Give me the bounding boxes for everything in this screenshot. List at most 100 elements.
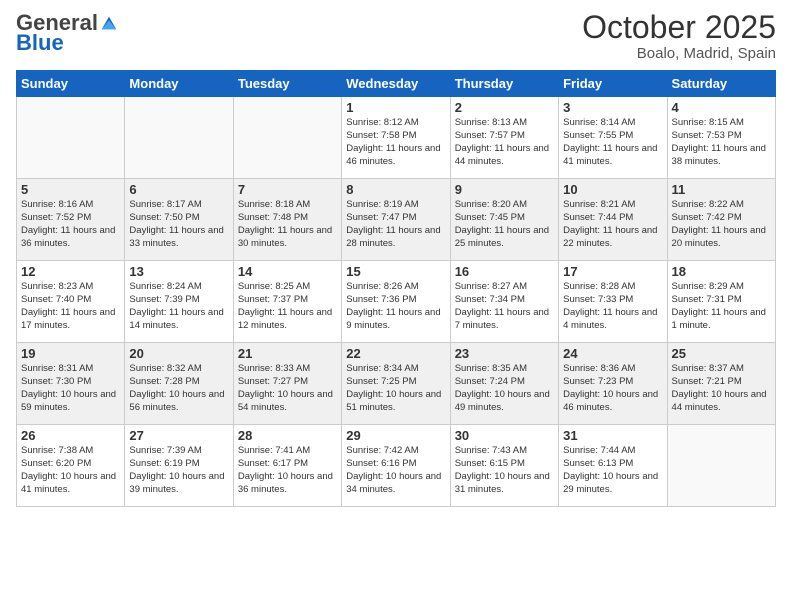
day-number: 15 [346, 264, 445, 279]
day-info: Sunrise: 8:36 AM Sunset: 7:23 PM Dayligh… [563, 363, 662, 414]
logo-icon [100, 14, 118, 32]
calendar-cell: 17 Sunrise: 8:28 AM Sunset: 7:33 PM Dayli… [559, 261, 667, 343]
title-area: October 2025 Boalo, Madrid, Spain [582, 10, 776, 62]
day-number: 27 [129, 428, 228, 443]
calendar-week-row: 12 Sunrise: 8:23 AM Sunset: 7:40 PM Dayli… [17, 261, 776, 343]
weekday-header-thursday: Thursday [450, 71, 558, 97]
day-info: Sunrise: 8:12 AM Sunset: 7:58 PM Dayligh… [346, 117, 445, 168]
calendar-cell: 7 Sunrise: 8:18 AM Sunset: 7:48 PM Daylig… [233, 179, 341, 261]
calendar-cell: 9Sunrise: 8:20 AM Sunset: 7:45 PM Daylig… [450, 179, 558, 261]
day-info: Sunrise: 8:27 AM Sunset: 7:34 PM Dayligh… [455, 281, 554, 332]
calendar-cell: 8 Sunrise: 8:19 AM Sunset: 7:47 PM Daylig… [342, 179, 450, 261]
day-number: 5 [21, 182, 120, 197]
day-number: 21 [238, 346, 337, 361]
day-number: 7 [238, 182, 337, 197]
calendar-cell: 12 Sunrise: 8:23 AM Sunset: 7:40 PM Dayli… [17, 261, 125, 343]
month-title: October 2025 [582, 10, 776, 45]
day-info: Sunrise: 8:35 AM Sunset: 7:24 PM Dayligh… [455, 363, 554, 414]
day-info: Sunrise: 8:19 AM Sunset: 7:47 PM Dayligh… [346, 199, 445, 250]
calendar-cell: 20Sunrise: 8:32 AM Sunset: 7:28 PM Dayli… [125, 343, 233, 425]
day-number: 10 [563, 182, 662, 197]
day-number: 24 [563, 346, 662, 361]
day-number: 17 [563, 264, 662, 279]
weekday-header-tuesday: Tuesday [233, 71, 341, 97]
day-number: 1 [346, 100, 445, 115]
calendar-cell: 3 Sunrise: 8:14 AM Sunset: 7:55 PM Daylig… [559, 97, 667, 179]
calendar-week-row: 26Sunrise: 7:38 AM Sunset: 6:20 PM Dayli… [17, 425, 776, 507]
calendar-table: SundayMondayTuesdayWednesdayThursdayFrid… [16, 70, 776, 507]
day-info: Sunrise: 7:39 AM Sunset: 6:19 PM Dayligh… [129, 445, 228, 496]
weekday-header-saturday: Saturday [667, 71, 775, 97]
calendar-week-row: 19Sunrise: 8:31 AM Sunset: 7:30 PM Dayli… [17, 343, 776, 425]
day-number: 26 [21, 428, 120, 443]
calendar-cell: 11 Sunrise: 8:22 AM Sunset: 7:42 PM Dayli… [667, 179, 775, 261]
calendar-cell: 15 Sunrise: 8:26 AM Sunset: 7:36 PM Dayli… [342, 261, 450, 343]
day-info: Sunrise: 8:24 AM Sunset: 7:39 PM Dayligh… [129, 281, 228, 332]
calendar-cell: 25Sunrise: 8:37 AM Sunset: 7:21 PM Dayli… [667, 343, 775, 425]
day-info: Sunrise: 7:44 AM Sunset: 6:13 PM Dayligh… [563, 445, 662, 496]
weekday-header-friday: Friday [559, 71, 667, 97]
calendar-cell: 28Sunrise: 7:41 AM Sunset: 6:17 PM Dayli… [233, 425, 341, 507]
calendar-cell: 13 Sunrise: 8:24 AM Sunset: 7:39 PM Dayli… [125, 261, 233, 343]
calendar-cell: 23 Sunrise: 8:35 AM Sunset: 7:24 PM Dayli… [450, 343, 558, 425]
day-number: 19 [21, 346, 120, 361]
day-info: Sunrise: 8:33 AM Sunset: 7:27 PM Dayligh… [238, 363, 337, 414]
day-info: Sunrise: 8:20 AM Sunset: 7:45 PM Dayligh… [455, 199, 554, 250]
day-info: Sunrise: 8:14 AM Sunset: 7:55 PM Dayligh… [563, 117, 662, 168]
calendar-cell: 4Sunrise: 8:15 AM Sunset: 7:53 PM Daylig… [667, 97, 775, 179]
day-info: Sunrise: 8:18 AM Sunset: 7:48 PM Dayligh… [238, 199, 337, 250]
day-info: Sunrise: 8:21 AM Sunset: 7:44 PM Dayligh… [563, 199, 662, 250]
day-info: Sunrise: 8:25 AM Sunset: 7:37 PM Dayligh… [238, 281, 337, 332]
day-info: Sunrise: 8:28 AM Sunset: 7:33 PM Dayligh… [563, 281, 662, 332]
day-number: 20 [129, 346, 228, 361]
calendar-cell [233, 97, 341, 179]
logo-blue-text: Blue [16, 30, 64, 56]
calendar-cell: 26Sunrise: 7:38 AM Sunset: 6:20 PM Dayli… [17, 425, 125, 507]
day-info: Sunrise: 8:22 AM Sunset: 7:42 PM Dayligh… [672, 199, 771, 250]
day-info: Sunrise: 8:17 AM Sunset: 7:50 PM Dayligh… [129, 199, 228, 250]
page-container: General Blue October 2025 Boalo, Madrid,… [0, 0, 792, 517]
day-number: 31 [563, 428, 662, 443]
day-number: 6 [129, 182, 228, 197]
day-number: 8 [346, 182, 445, 197]
calendar-cell: 31 Sunrise: 7:44 AM Sunset: 6:13 PM Dayli… [559, 425, 667, 507]
location: Boalo, Madrid, Spain [582, 45, 776, 62]
day-number: 4 [672, 100, 771, 115]
day-number: 22 [346, 346, 445, 361]
day-number: 11 [672, 182, 771, 197]
day-number: 30 [455, 428, 554, 443]
calendar-cell: 2 Sunrise: 8:13 AM Sunset: 7:57 PM Daylig… [450, 97, 558, 179]
day-number: 25 [672, 346, 771, 361]
logo: General Blue [16, 10, 118, 56]
day-number: 14 [238, 264, 337, 279]
weekday-header-wednesday: Wednesday [342, 71, 450, 97]
day-info: Sunrise: 7:43 AM Sunset: 6:15 PM Dayligh… [455, 445, 554, 496]
day-number: 12 [21, 264, 120, 279]
calendar-cell: 16 Sunrise: 8:27 AM Sunset: 7:34 PM Dayli… [450, 261, 558, 343]
calendar-cell [17, 97, 125, 179]
calendar-cell: 1 Sunrise: 8:12 AM Sunset: 7:58 PM Daylig… [342, 97, 450, 179]
calendar-cell [125, 97, 233, 179]
day-info: Sunrise: 8:34 AM Sunset: 7:25 PM Dayligh… [346, 363, 445, 414]
calendar-cell: 6 Sunrise: 8:17 AM Sunset: 7:50 PM Daylig… [125, 179, 233, 261]
day-info: Sunrise: 8:26 AM Sunset: 7:36 PM Dayligh… [346, 281, 445, 332]
calendar-cell: 21 Sunrise: 8:33 AM Sunset: 7:27 PM Dayli… [233, 343, 341, 425]
day-number: 13 [129, 264, 228, 279]
calendar-cell: 29Sunrise: 7:42 AM Sunset: 6:16 PM Dayli… [342, 425, 450, 507]
day-info: Sunrise: 8:23 AM Sunset: 7:40 PM Dayligh… [21, 281, 120, 332]
calendar-week-row: 1 Sunrise: 8:12 AM Sunset: 7:58 PM Daylig… [17, 97, 776, 179]
day-info: Sunrise: 8:13 AM Sunset: 7:57 PM Dayligh… [455, 117, 554, 168]
weekday-header-sunday: Sunday [17, 71, 125, 97]
header: General Blue October 2025 Boalo, Madrid,… [16, 10, 776, 62]
day-number: 23 [455, 346, 554, 361]
day-info: Sunrise: 7:42 AM Sunset: 6:16 PM Dayligh… [346, 445, 445, 496]
day-number: 3 [563, 100, 662, 115]
calendar-cell: 19Sunrise: 8:31 AM Sunset: 7:30 PM Dayli… [17, 343, 125, 425]
weekday-header-monday: Monday [125, 71, 233, 97]
day-number: 2 [455, 100, 554, 115]
calendar-cell: 5Sunrise: 8:16 AM Sunset: 7:52 PM Daylig… [17, 179, 125, 261]
day-number: 16 [455, 264, 554, 279]
calendar-cell: 22 Sunrise: 8:34 AM Sunset: 7:25 PM Dayli… [342, 343, 450, 425]
day-number: 18 [672, 264, 771, 279]
calendar-week-row: 5Sunrise: 8:16 AM Sunset: 7:52 PM Daylig… [17, 179, 776, 261]
